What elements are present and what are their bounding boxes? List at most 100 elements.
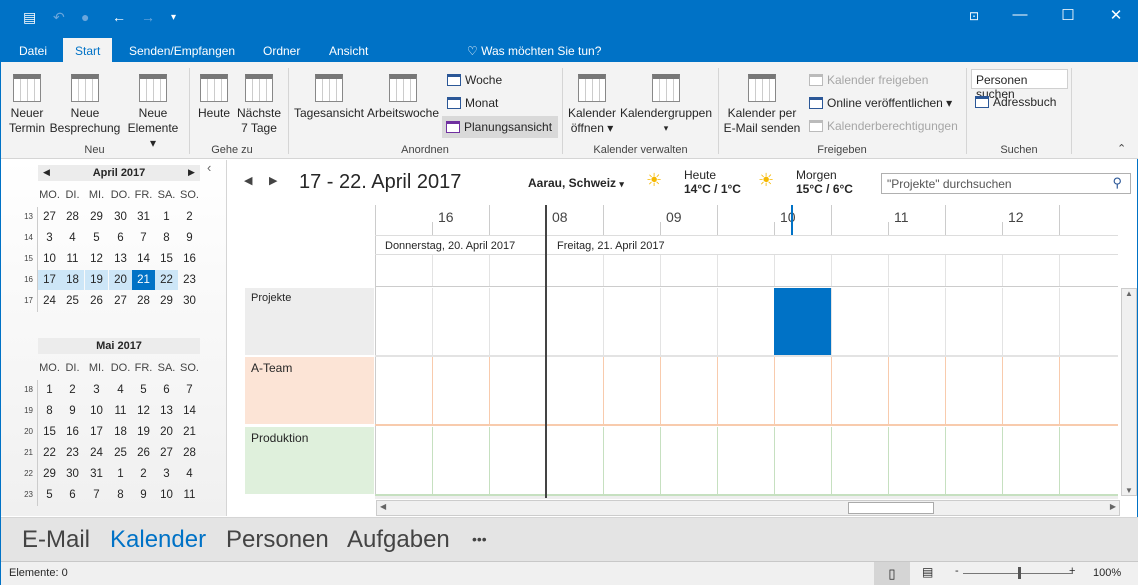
calendar-day[interactable]: 25: [61, 291, 84, 311]
calendar-day[interactable]: 18: [61, 270, 84, 290]
calendar-day[interactable]: 4: [61, 228, 84, 248]
minimize-icon[interactable]: —: [1005, 6, 1035, 23]
calendar-day[interactable]: 16: [61, 422, 84, 442]
calendar-day[interactable]: 5: [132, 380, 155, 400]
calendar-day[interactable]: 13: [109, 249, 132, 269]
user-status-icon[interactable]: ●: [81, 9, 89, 25]
calendar-day[interactable]: 25: [109, 443, 132, 463]
calendar-day[interactable]: 9: [61, 401, 84, 421]
outlook-icon[interactable]: ▤: [23, 9, 36, 26]
calendar-day[interactable]: 23: [178, 270, 201, 290]
calendar-day[interactable]: 4: [178, 464, 201, 484]
calendar-day[interactable]: 29: [38, 464, 61, 484]
calendar-day[interactable]: 20: [109, 270, 132, 290]
calendar-day[interactable]: 24: [38, 291, 61, 311]
next-icon[interactable]: ▶: [269, 174, 277, 187]
work-week-button[interactable]: Arbeitswoche: [365, 74, 441, 121]
calendar-day[interactable]: 2: [178, 207, 201, 227]
tab-senden-empfangen[interactable]: Senden/Empfangen: [117, 38, 247, 62]
previous-month-icon[interactable]: ◀: [43, 167, 50, 178]
calendar-day[interactable]: 30: [61, 464, 84, 484]
tell-me-box[interactable]: ♡ Was möchten Sie tun?: [455, 38, 613, 62]
scroll-up-icon[interactable]: ▲: [1122, 289, 1136, 298]
tab-ansicht[interactable]: Ansicht: [317, 38, 380, 62]
calendar-day[interactable]: 14: [132, 249, 155, 269]
zoom-slider-thumb[interactable]: [1018, 567, 1021, 579]
calendar-day[interactable]: 15: [155, 249, 178, 269]
ribbon-display-icon[interactable]: ⊡: [959, 9, 989, 23]
calendar-day[interactable]: 3: [85, 380, 108, 400]
nav-calendar[interactable]: Kalender: [110, 526, 206, 554]
calendar-day[interactable]: 10: [155, 485, 178, 505]
calendar-row-label[interactable]: Projekte: [245, 288, 374, 355]
calendar-day[interactable]: 27: [109, 291, 132, 311]
collapse-ribbon-icon[interactable]: ⌃: [1117, 142, 1126, 155]
scroll-thumb[interactable]: [848, 502, 934, 514]
calendar-day[interactable]: 21: [132, 270, 155, 290]
calendar-day[interactable]: 27: [155, 443, 178, 463]
calendar-day[interactable]: 7: [132, 228, 155, 248]
calendar-day[interactable]: 3: [38, 228, 61, 248]
calendar-permissions-button[interactable]: Kalenderberechtigungen: [805, 116, 962, 136]
calendar-day[interactable]: 28: [178, 443, 201, 463]
appointment-block[interactable]: [774, 288, 831, 355]
calendar-row-label[interactable]: Produktion: [245, 427, 374, 494]
undo-icon[interactable]: ↶: [53, 9, 65, 26]
reading-view-icon[interactable]: ▤: [922, 565, 933, 579]
calendar-day[interactable]: 8: [155, 228, 178, 248]
calendar-day[interactable]: 6: [155, 380, 178, 400]
nav-email[interactable]: E-Mail: [22, 526, 90, 554]
calendar-day[interactable]: 30: [109, 207, 132, 227]
calendar-day[interactable]: 30: [178, 291, 201, 311]
calendar-day[interactable]: 5: [85, 228, 108, 248]
scroll-right-icon[interactable]: ▶: [1110, 502, 1116, 511]
search-input[interactable]: "Projekte" durchsuchen ⚲: [881, 173, 1131, 194]
close-icon[interactable]: ✕: [1101, 6, 1131, 24]
share-calendar-button[interactable]: Kalender freigeben: [805, 70, 932, 90]
calendar-day[interactable]: 11: [178, 485, 201, 505]
calendar-day[interactable]: 31: [85, 464, 108, 484]
new-meeting-button[interactable]: Neue Besprechung: [49, 74, 121, 136]
email-calendar-button[interactable]: Kalender per E-Mail senden: [723, 74, 801, 136]
calendar-day[interactable]: 22: [155, 270, 178, 290]
search-people-input[interactable]: Personen suchen: [971, 69, 1068, 101]
calendar-day[interactable]: 6: [61, 485, 84, 505]
calendar-day[interactable]: 15: [38, 422, 61, 442]
calendar-day[interactable]: 20: [155, 422, 178, 442]
collapse-pane-icon[interactable]: ‹: [207, 160, 211, 175]
normal-view-icon[interactable]: ▯: [874, 562, 910, 585]
calendar-day[interactable]: 11: [109, 401, 132, 421]
forward-icon[interactable]: →: [141, 9, 155, 25]
calendar-day[interactable]: 13: [155, 401, 178, 421]
calendar-day[interactable]: 11: [61, 249, 84, 269]
calendar-day[interactable]: 16: [178, 249, 201, 269]
calendar-day[interactable]: 28: [61, 207, 84, 227]
calendar-day[interactable]: 5: [38, 485, 61, 505]
calendar-day[interactable]: 19: [85, 270, 108, 290]
zoom-in-icon[interactable]: +: [1069, 565, 1075, 577]
new-items-button[interactable]: Neue Elemente ▾: [123, 74, 183, 151]
day-view-button[interactable]: Tagesansicht: [293, 74, 365, 121]
calendar-day[interactable]: 1: [109, 464, 132, 484]
calendar-day[interactable]: 8: [38, 401, 61, 421]
publish-online-button[interactable]: Online veröffentlichen ▾: [805, 93, 956, 113]
calendar-day[interactable]: 9: [178, 228, 201, 248]
calendar-day[interactable]: 1: [155, 207, 178, 227]
calendar-day[interactable]: 28: [132, 291, 155, 311]
tab-ordner[interactable]: Ordner: [251, 38, 312, 62]
nav-tasks[interactable]: Aufgaben: [347, 526, 450, 554]
calendar-day[interactable]: 2: [61, 380, 84, 400]
schedule-view-button[interactable]: Planungsansicht: [442, 116, 558, 138]
search-icon[interactable]: ⚲: [1112, 175, 1122, 191]
calendar-day[interactable]: 23: [61, 443, 84, 463]
calendar-day[interactable]: 29: [155, 291, 178, 311]
calendar-day[interactable]: 17: [85, 422, 108, 442]
more-options-icon[interactable]: •••: [472, 531, 487, 547]
back-icon[interactable]: ←: [112, 9, 126, 25]
calendar-day[interactable]: 4: [109, 380, 132, 400]
address-book-button[interactable]: Adressbuch: [971, 92, 1060, 112]
calendar-day[interactable]: 29: [85, 207, 108, 227]
today-button[interactable]: Heute: [195, 74, 233, 121]
nav-people[interactable]: Personen: [226, 526, 329, 554]
calendar-day[interactable]: 26: [132, 443, 155, 463]
